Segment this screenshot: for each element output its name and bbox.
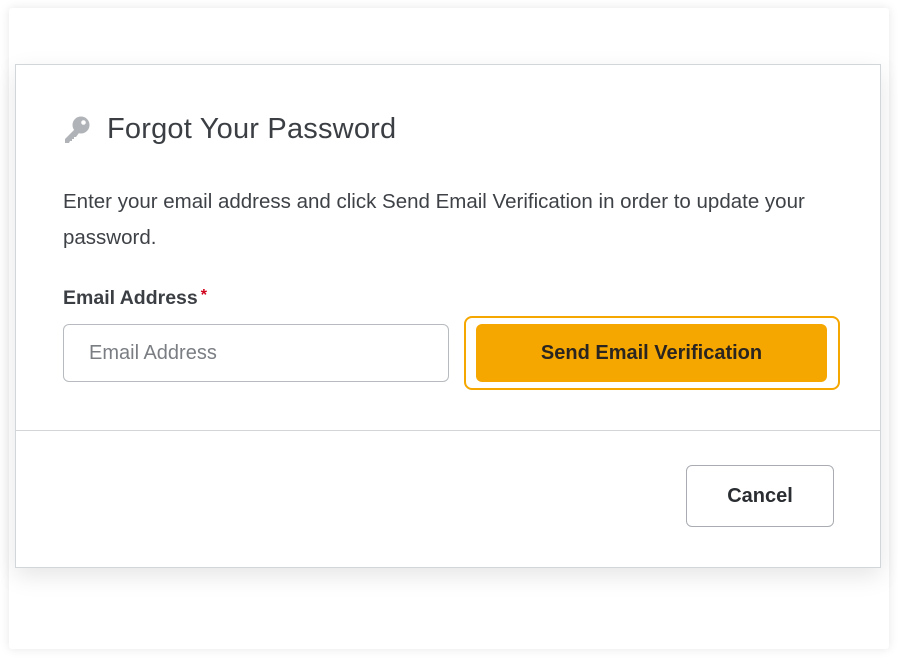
send-email-verification-button[interactable]: Send Email Verification <box>476 324 827 382</box>
key-icon <box>62 114 94 146</box>
dialog-body: Forgot Your Password Enter your email ad… <box>16 65 880 431</box>
footer-divider <box>16 430 880 431</box>
required-marker: * <box>200 287 207 304</box>
email-label-text: Email Address <box>63 287 198 309</box>
cancel-button[interactable]: Cancel <box>686 465 834 527</box>
email-input[interactable] <box>63 324 449 382</box>
email-field-label: Email Address * <box>63 287 207 310</box>
dialog-title: Forgot Your Password <box>107 113 397 145</box>
forgot-password-dialog: Forgot Your Password Enter your email ad… <box>15 64 881 568</box>
dialog-description: Enter your email address and click Send … <box>63 190 805 249</box>
dialog-header: Forgot Your Password <box>62 113 396 146</box>
